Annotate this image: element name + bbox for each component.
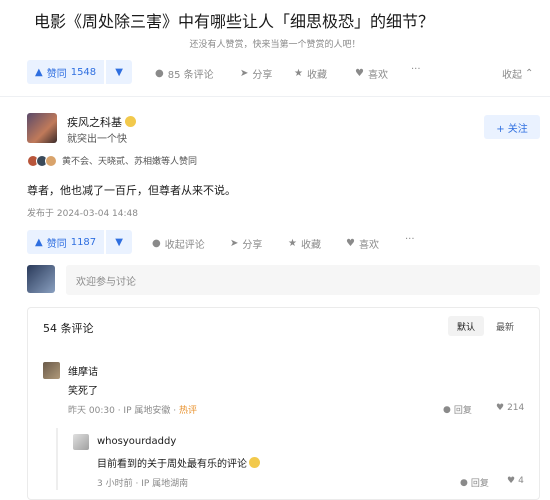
reply-reply-button[interactable]: ● 回复: [460, 476, 489, 490]
top-comments-label: 85 条评论: [167, 70, 214, 81]
share-icon: ➤: [240, 68, 249, 79]
reply-like-button[interactable]: ♥ 4: [507, 476, 524, 486]
reply-text-content: 目前看到的关于周处最有乐的评论: [97, 459, 247, 470]
comment-ip: IP 属地安徽: [123, 406, 171, 416]
reply-icon: ●: [460, 477, 468, 488]
top-share-label: 分享: [252, 70, 273, 81]
comment-like-count: 214: [507, 403, 525, 413]
top-like-label: 喜欢: [367, 70, 388, 81]
divider: [0, 96, 550, 97]
comment-time: 昨天 00:30: [68, 406, 115, 416]
comment-input[interactable]: 欢迎参与讨论: [66, 265, 540, 295]
author-avatar[interactable]: [27, 113, 57, 143]
top-vote-label: 赞同: [46, 68, 67, 80]
voters-text: 黄不会、天晓贰、苏相嫩等人赞同: [62, 157, 198, 167]
hot-comment-tag: 热评: [178, 406, 197, 416]
star-icon: ★: [288, 238, 297, 249]
reply-author[interactable]: whosyourdaddy: [97, 436, 176, 447]
question-title[interactable]: 电影《周处除三害》中有哪些让人「细思极恐」的细节？: [34, 8, 434, 32]
more-icon: ···: [411, 64, 421, 75]
reply-meta: 3 小时前 · IP 属地湖南: [97, 479, 189, 489]
top-comments-button[interactable]: ● 85 条评论: [155, 66, 214, 81]
top-upvote-button[interactable]: ▲ 赞同 1548: [27, 60, 105, 84]
top-favorite-button[interactable]: ★ 收藏: [294, 66, 327, 81]
comment-icon: ●: [155, 68, 164, 79]
author-name-text: 疾风之科基: [67, 116, 122, 129]
answer-content: 尊者，他也减了一百斤，但尊者从来不说。: [27, 184, 236, 197]
top-more-button[interactable]: ···: [411, 64, 421, 75]
badge-icon: [125, 116, 136, 127]
answer-favorite-label: 收藏: [300, 240, 321, 251]
top-vote-count: 1548: [70, 66, 97, 78]
thumb-up-icon: ♥: [507, 476, 516, 486]
star-icon: ★: [294, 68, 303, 79]
answer-vote-label: 赞同: [46, 238, 67, 250]
author-name[interactable]: 疾风之科基: [67, 114, 136, 130]
laugh-emoji-icon: [249, 457, 260, 468]
comment-avatar[interactable]: [43, 362, 60, 379]
comment-reply-button[interactable]: ● 回复: [443, 403, 472, 417]
collapse-comments-button[interactable]: ● 收起评论: [152, 236, 205, 251]
comment-input-avatar: [27, 265, 55, 293]
answer-like-button[interactable]: ♥ 喜欢: [346, 236, 379, 251]
answer-favorite-button[interactable]: ★ 收藏: [288, 236, 321, 251]
answer-share-label: 分享: [242, 240, 263, 251]
reply-time: 3 小时前: [97, 479, 133, 489]
more-icon: ···: [405, 234, 415, 245]
thumb-up-icon: ♥: [496, 403, 505, 413]
reply-ip: IP 属地湖南: [141, 479, 189, 489]
comment-text: 笑死了: [68, 386, 98, 397]
comment-icon: ●: [152, 238, 161, 249]
caret-down-icon: ▼: [115, 236, 123, 248]
answer-vote-count: 1187: [70, 236, 97, 248]
top-like-button[interactable]: ♥ 喜欢: [355, 66, 388, 81]
share-icon: ➤: [230, 238, 239, 249]
reply-like-count: 4: [518, 476, 524, 486]
reply-text: 目前看到的关于周处最有乐的评论: [97, 455, 260, 470]
sort-default-tab[interactable]: 默认: [448, 316, 484, 336]
reply-thread-line: [56, 428, 58, 490]
heart-icon: ♥: [355, 68, 364, 79]
caret-up-icon: ▲: [35, 66, 43, 78]
reward-hint: 还没有人赞赏，快来当第一个赞赏的人吧！: [189, 40, 361, 50]
follow-button[interactable]: + 关注: [484, 115, 540, 139]
caret-down-icon: ▼: [115, 66, 123, 78]
top-favorite-label: 收藏: [306, 70, 327, 81]
chevron-up-icon: ⌃: [525, 68, 534, 79]
answer-downvote-button[interactable]: ▼: [106, 230, 133, 254]
top-downvote-button[interactable]: ▼: [106, 60, 133, 84]
comment-author[interactable]: 维摩诘: [68, 363, 98, 378]
answer-upvote-button[interactable]: ▲ 赞同 1187: [27, 230, 105, 254]
comment-meta: 昨天 00:30 · IP 属地安徽 · 热评: [68, 406, 197, 416]
author-bio: 就突出一个快: [67, 134, 127, 145]
reply-icon: ●: [443, 404, 451, 415]
voter-avatar: [45, 154, 57, 167]
comment-reply-label: 回复: [453, 406, 472, 416]
answer-more-button[interactable]: ···: [405, 234, 415, 245]
sort-latest-tab[interactable]: 最新: [488, 316, 522, 336]
top-vote-group: ▲ 赞同 1548 ▼: [27, 60, 133, 84]
collapse-comments-label: 收起评论: [164, 240, 205, 251]
collapse-button[interactable]: 收起 ⌃: [502, 66, 533, 81]
comment-input-placeholder: 欢迎参与讨论: [76, 276, 136, 288]
caret-up-icon: ▲: [35, 236, 43, 248]
publish-time[interactable]: 发布于 2024-03-04 14:48: [27, 206, 138, 219]
voters-row[interactable]: 黄不会、天晓贰、苏相嫩等人赞同: [27, 154, 197, 167]
collapse-label: 收起: [502, 70, 522, 81]
reply-reply-label: 回复: [470, 479, 489, 489]
reply-avatar[interactable]: [73, 434, 89, 450]
comment-like-button[interactable]: ♥ 214: [496, 403, 524, 413]
comments-count: 54 条评论: [43, 322, 94, 335]
answer-vote-group: ▲ 赞同 1187 ▼: [27, 230, 133, 254]
answer-share-button[interactable]: ➤ 分享: [230, 236, 262, 251]
answer-like-label: 喜欢: [358, 240, 379, 251]
top-share-button[interactable]: ➤ 分享: [240, 66, 272, 81]
heart-icon: ♥: [346, 238, 355, 249]
